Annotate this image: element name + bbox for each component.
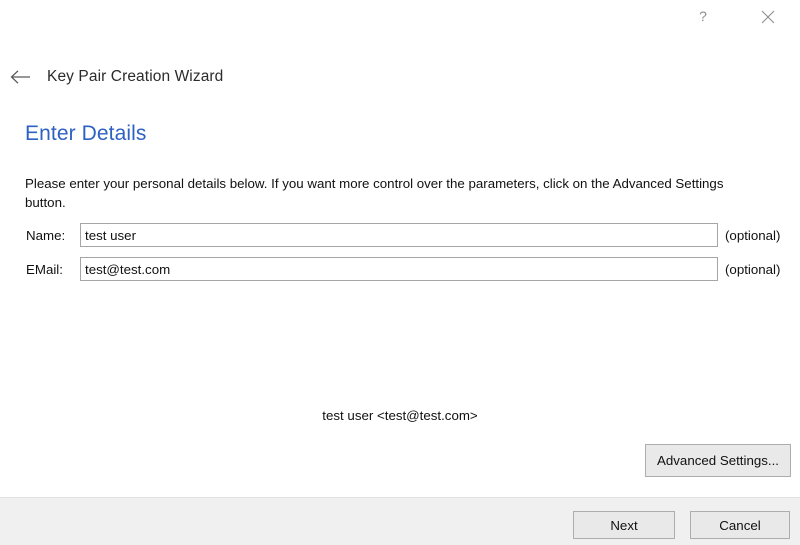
close-x-icon (761, 10, 775, 24)
name-optional-label: (optional) (725, 227, 781, 243)
advanced-settings-button[interactable]: Advanced Settings... (645, 444, 791, 477)
next-button[interactable]: Next (573, 511, 675, 539)
help-button[interactable]: ? (680, 0, 726, 34)
email-optional-label: (optional) (725, 261, 781, 277)
question-mark-icon: ? (695, 9, 711, 25)
close-button[interactable] (745, 0, 791, 34)
name-input[interactable] (80, 223, 718, 247)
cancel-button[interactable]: Cancel (690, 511, 790, 539)
email-label: EMail: (26, 261, 63, 277)
name-label: Name: (26, 227, 66, 243)
page-title: Enter Details (25, 122, 147, 145)
svg-text:?: ? (699, 9, 707, 24)
form-row-name: Name: (optional) (0, 223, 800, 247)
wizard-title: Key Pair Creation Wizard (47, 68, 224, 85)
intro-text: Please enter your personal details below… (25, 176, 724, 210)
back-arrow-icon (10, 69, 32, 85)
form-row-email: EMail: (optional) (0, 257, 800, 281)
window-titlebar: ? (0, 0, 800, 45)
identity-preview: test user <test@test.com> (322, 408, 478, 423)
email-input[interactable] (80, 257, 718, 281)
dialog-footer: Next Cancel (0, 497, 800, 545)
wizard-page: Enter Details Please enter your personal… (0, 112, 800, 497)
back-button[interactable] (4, 62, 38, 92)
wizard-header: Key Pair Creation Wizard (0, 62, 800, 92)
